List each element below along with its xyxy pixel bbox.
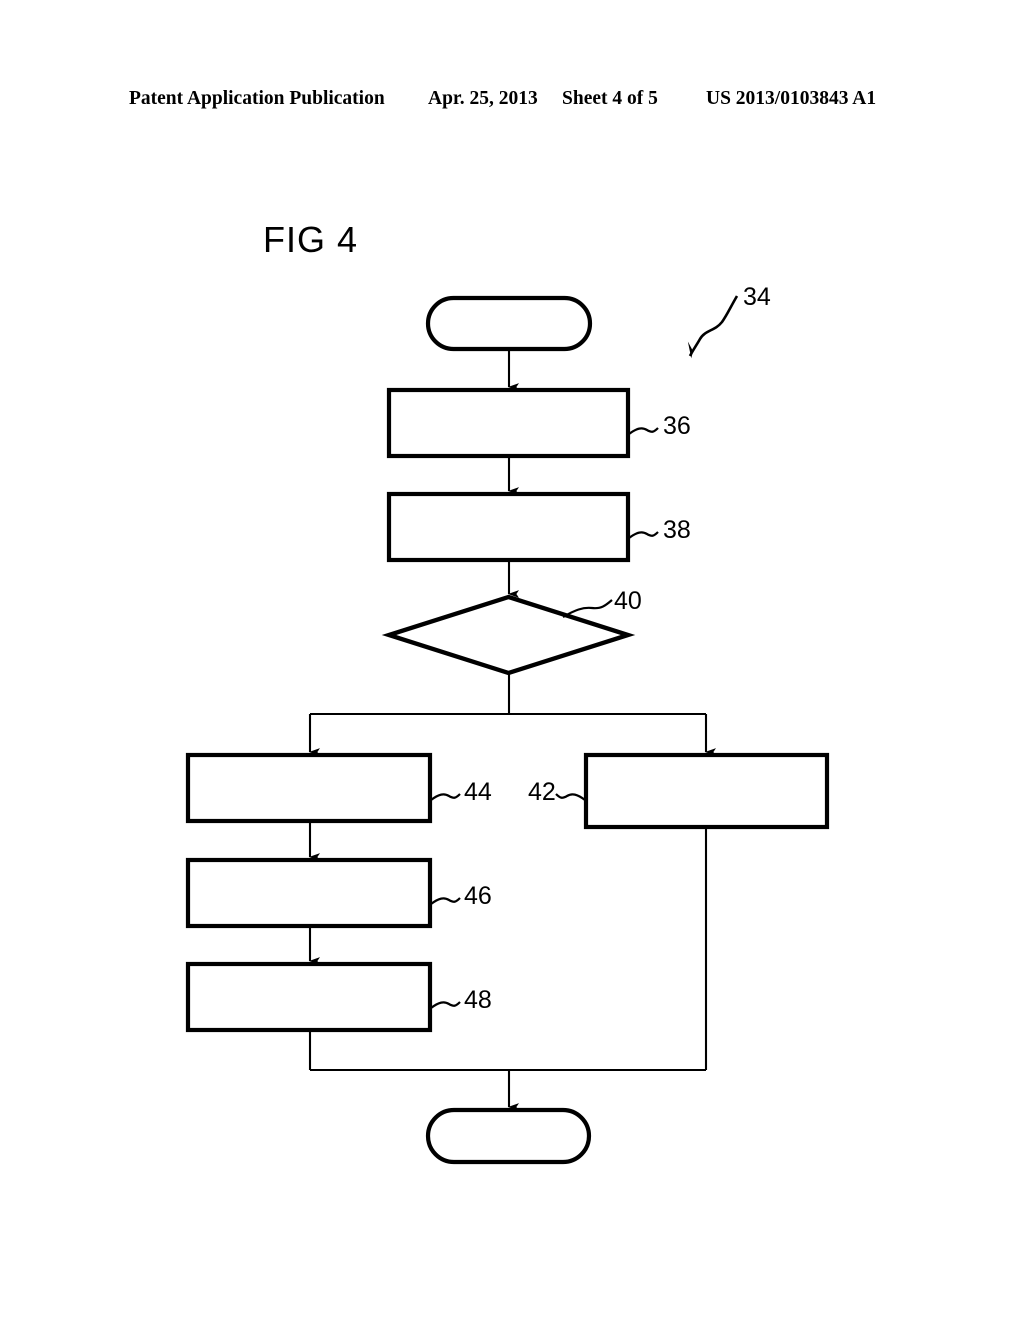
reference-numeral-42: 42 <box>528 778 556 806</box>
reference-numeral-46: 46 <box>464 882 492 910</box>
node-step46 <box>185 857 433 929</box>
node-step42 <box>583 752 830 830</box>
reference-numeral-38: 38 <box>663 516 691 544</box>
node-step48 <box>185 961 433 1033</box>
node-end <box>425 1107 592 1165</box>
node-step36 <box>386 387 631 459</box>
leader-36 <box>628 427 659 435</box>
leader-42 <box>555 793 586 801</box>
leader-48 <box>430 1001 461 1009</box>
reference-numeral-40: 40 <box>614 587 642 615</box>
patent-page: Patent Application Publication Apr. 25, … <box>0 0 1024 1320</box>
reference-numeral-48: 48 <box>464 986 492 1014</box>
leader-34 <box>687 295 739 359</box>
leader-46 <box>430 897 461 905</box>
reference-numeral-44: 44 <box>464 778 492 806</box>
flowchart-drawing <box>0 0 1024 1320</box>
node-step38 <box>386 491 631 563</box>
leader-38 <box>628 531 659 539</box>
reference-numeral-34: 34 <box>743 283 771 311</box>
node-start <box>425 295 593 352</box>
node-step44 <box>185 752 433 824</box>
leader-44 <box>430 793 461 801</box>
reference-numeral-36: 36 <box>663 412 691 440</box>
